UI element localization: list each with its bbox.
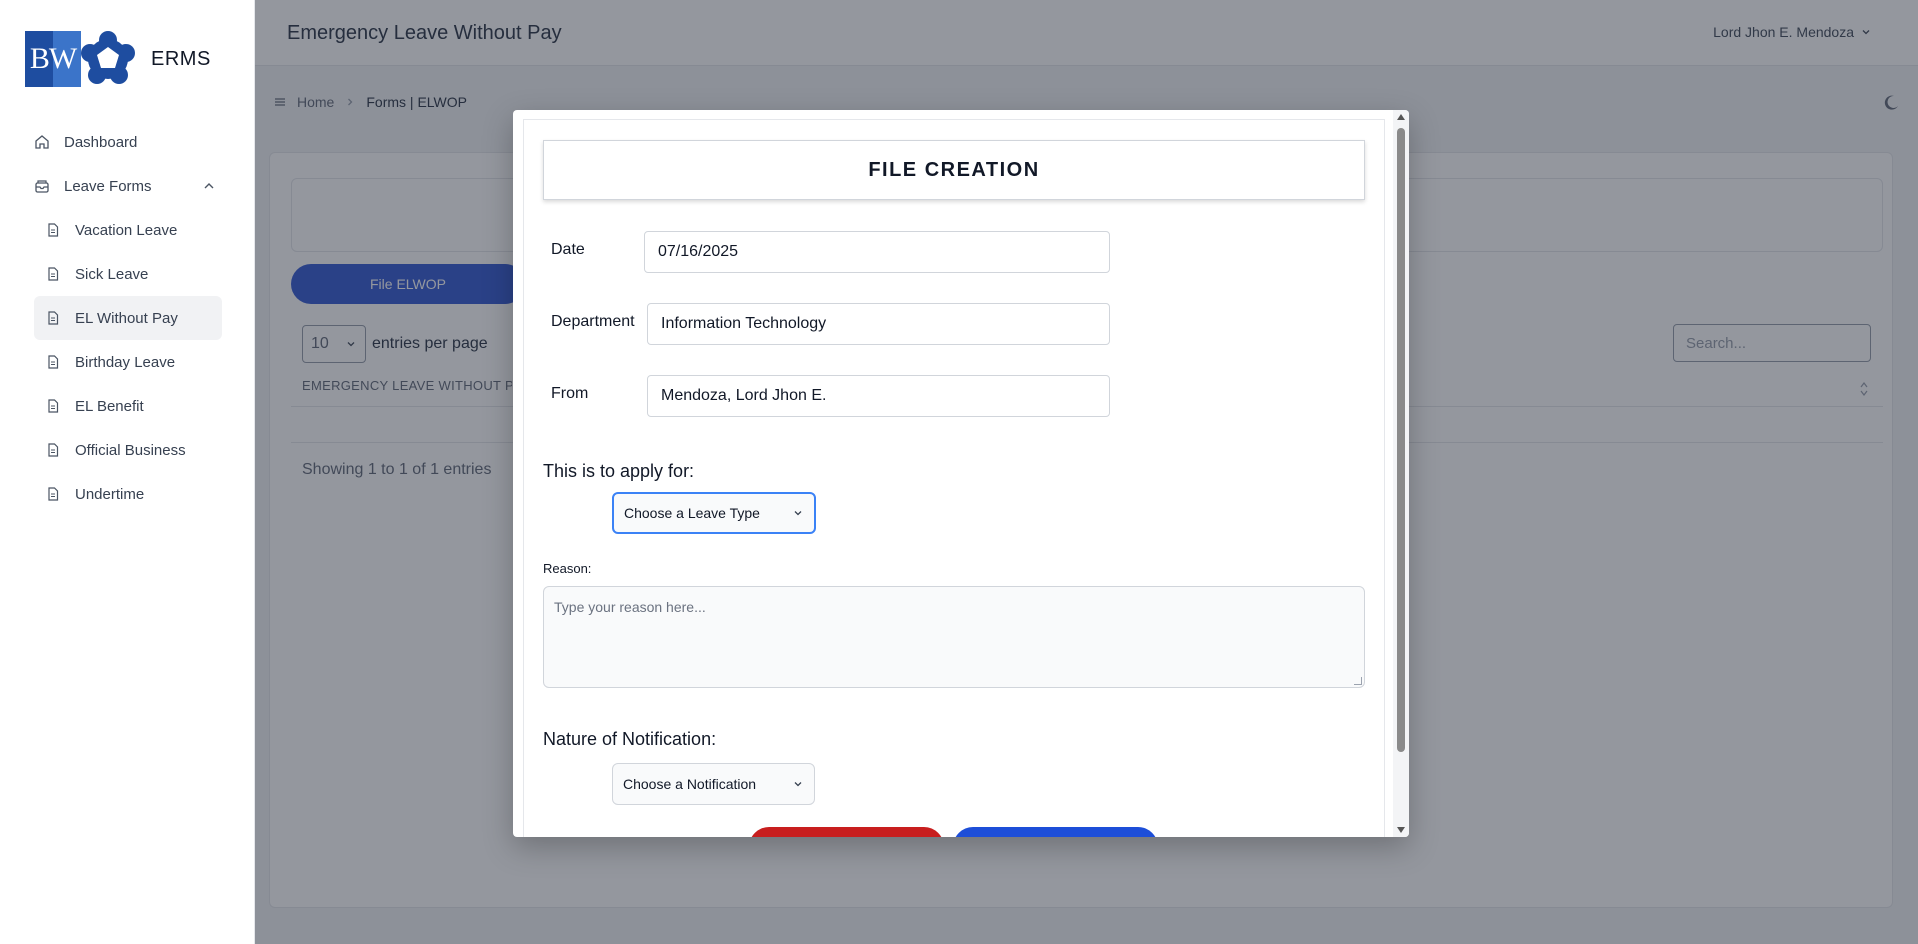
submit-button[interactable]	[953, 827, 1158, 837]
document-icon	[48, 487, 59, 501]
department-field[interactable]: Information Technology	[647, 303, 1110, 345]
notification-value: Choose a Notification	[623, 776, 757, 792]
reason-label: Reason:	[543, 561, 592, 576]
inbox-icon	[35, 180, 49, 193]
from-label: From	[551, 385, 589, 402]
notification-select[interactable]: Choose a Notification	[612, 763, 815, 805]
sidebar-item-label: Dashboard	[64, 133, 138, 151]
sidebar-item-label: Birthday Leave	[75, 353, 176, 371]
sidebar-item-label: Undertime	[75, 485, 145, 503]
sidebar-item-sick-leave[interactable]: Sick Leave	[34, 252, 222, 296]
logo-bw-mark: BW	[25, 31, 81, 87]
department-label: Department	[551, 313, 635, 330]
scroll-down-icon[interactable]	[1397, 827, 1405, 833]
sidebar-item-label: Sick Leave	[75, 265, 149, 283]
document-icon	[48, 443, 59, 457]
document-icon	[48, 223, 59, 237]
file-creation-modal: FILE CREATION Date 07/16/2025 Department…	[513, 110, 1409, 837]
notification-label: Nature of Notification:	[543, 729, 717, 749]
cancel-button[interactable]	[749, 827, 944, 837]
sidebar-item-vacation-leave[interactable]: Vacation Leave	[34, 208, 222, 252]
sidebar-item-el-benefit[interactable]: EL Benefit	[34, 384, 222, 428]
apply-for-label: This is to apply for:	[543, 461, 695, 481]
sidebar-item-official-business[interactable]: Official Business	[34, 428, 222, 472]
document-icon	[48, 311, 59, 325]
sidebar-nav: Dashboard Leave Forms Vacation Leave Sic…	[34, 120, 222, 516]
sidebar-item-label: Leave Forms	[64, 177, 152, 195]
document-icon	[48, 399, 59, 413]
resize-handle[interactable]	[1354, 677, 1362, 685]
chevron-down-icon	[794, 782, 802, 787]
modal-scrollbar[interactable]	[1393, 110, 1409, 837]
sidebar-item-leave-forms[interactable]: Leave Forms	[34, 164, 222, 208]
logo[interactable]: BW ERMS	[25, 30, 211, 88]
sidebar-item-el-without-pay[interactable]: EL Without Pay	[34, 296, 222, 340]
reason-placeholder: Type your reason here...	[554, 599, 706, 615]
sidebar-item-label: Vacation Leave	[75, 221, 178, 239]
date-label: Date	[551, 241, 585, 258]
home-icon	[35, 135, 49, 149]
leave-type-select[interactable]: Choose a Leave Type	[612, 492, 816, 534]
app-name: ERMS	[151, 47, 211, 70]
chevron-up-icon[interactable]	[202, 179, 216, 193]
sidebar-item-birthday-leave[interactable]: Birthday Leave	[34, 340, 222, 384]
sidebar: BW ERMS Dashboard Leave Forms Vacation L…	[0, 0, 255, 944]
document-icon	[48, 267, 59, 281]
from-field[interactable]: Mendoza, Lord Jhon E.	[647, 375, 1110, 417]
scrollbar-thumb[interactable]	[1397, 128, 1405, 752]
scroll-up-icon[interactable]	[1397, 114, 1405, 120]
logo-flower-icon	[81, 31, 135, 84]
reason-textarea[interactable]: Type your reason here...	[543, 586, 1365, 688]
sidebar-item-label: EL Without Pay	[75, 309, 178, 327]
sidebar-item-label: Official Business	[75, 441, 186, 459]
sidebar-item-label: EL Benefit	[75, 397, 144, 415]
sidebar-item-dashboard[interactable]: Dashboard	[34, 120, 222, 164]
chevron-down-icon	[794, 511, 802, 516]
modal-title: FILE CREATION	[543, 140, 1365, 200]
leave-type-value: Choose a Leave Type	[624, 505, 760, 521]
document-icon	[48, 355, 59, 369]
sidebar-item-undertime[interactable]: Undertime	[34, 472, 222, 516]
date-field[interactable]: 07/16/2025	[644, 231, 1110, 273]
